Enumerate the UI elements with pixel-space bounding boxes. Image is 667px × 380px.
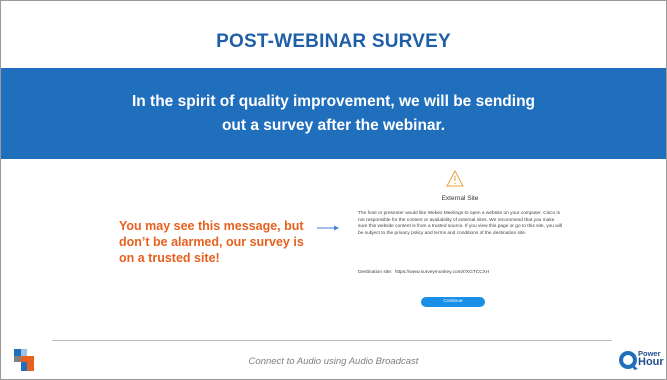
destination-url: https://www.surveymonkey.com/r/XGTCCXH bbox=[394, 270, 490, 275]
power-hour-wordmark: Power Hour bbox=[638, 349, 664, 368]
footer-divider bbox=[52, 340, 612, 341]
destination-site: Destination site: https://www.surveymonk… bbox=[358, 270, 563, 275]
banner-text: In the spirit of quality improvement, we… bbox=[131, 92, 536, 134]
external-site-dialog: External Site The host or presenter woul… bbox=[354, 166, 566, 316]
destination-label: Destination site: bbox=[358, 270, 393, 275]
callout-text: You may see this message, but don’t be a… bbox=[119, 219, 304, 265]
blue-banner: In the spirit of quality improvement, we… bbox=[1, 68, 666, 159]
footer-text: Connect to Audio using Audio Broadcast bbox=[248, 356, 419, 367]
dialog-body-text: The host or presenter would like Webex M… bbox=[358, 211, 562, 236]
dialog-title: External Site bbox=[441, 195, 479, 202]
slide-title: POST-WEBINAR SURVEY bbox=[216, 31, 451, 52]
arrow-icon bbox=[317, 225, 339, 231]
slide: POST-WEBINAR SURVEY In the spirit of qua… bbox=[0, 0, 667, 380]
continue-button[interactable]: Continue bbox=[421, 297, 485, 307]
logo-hour-text: Hour bbox=[638, 356, 664, 368]
warning-icon bbox=[446, 170, 464, 187]
